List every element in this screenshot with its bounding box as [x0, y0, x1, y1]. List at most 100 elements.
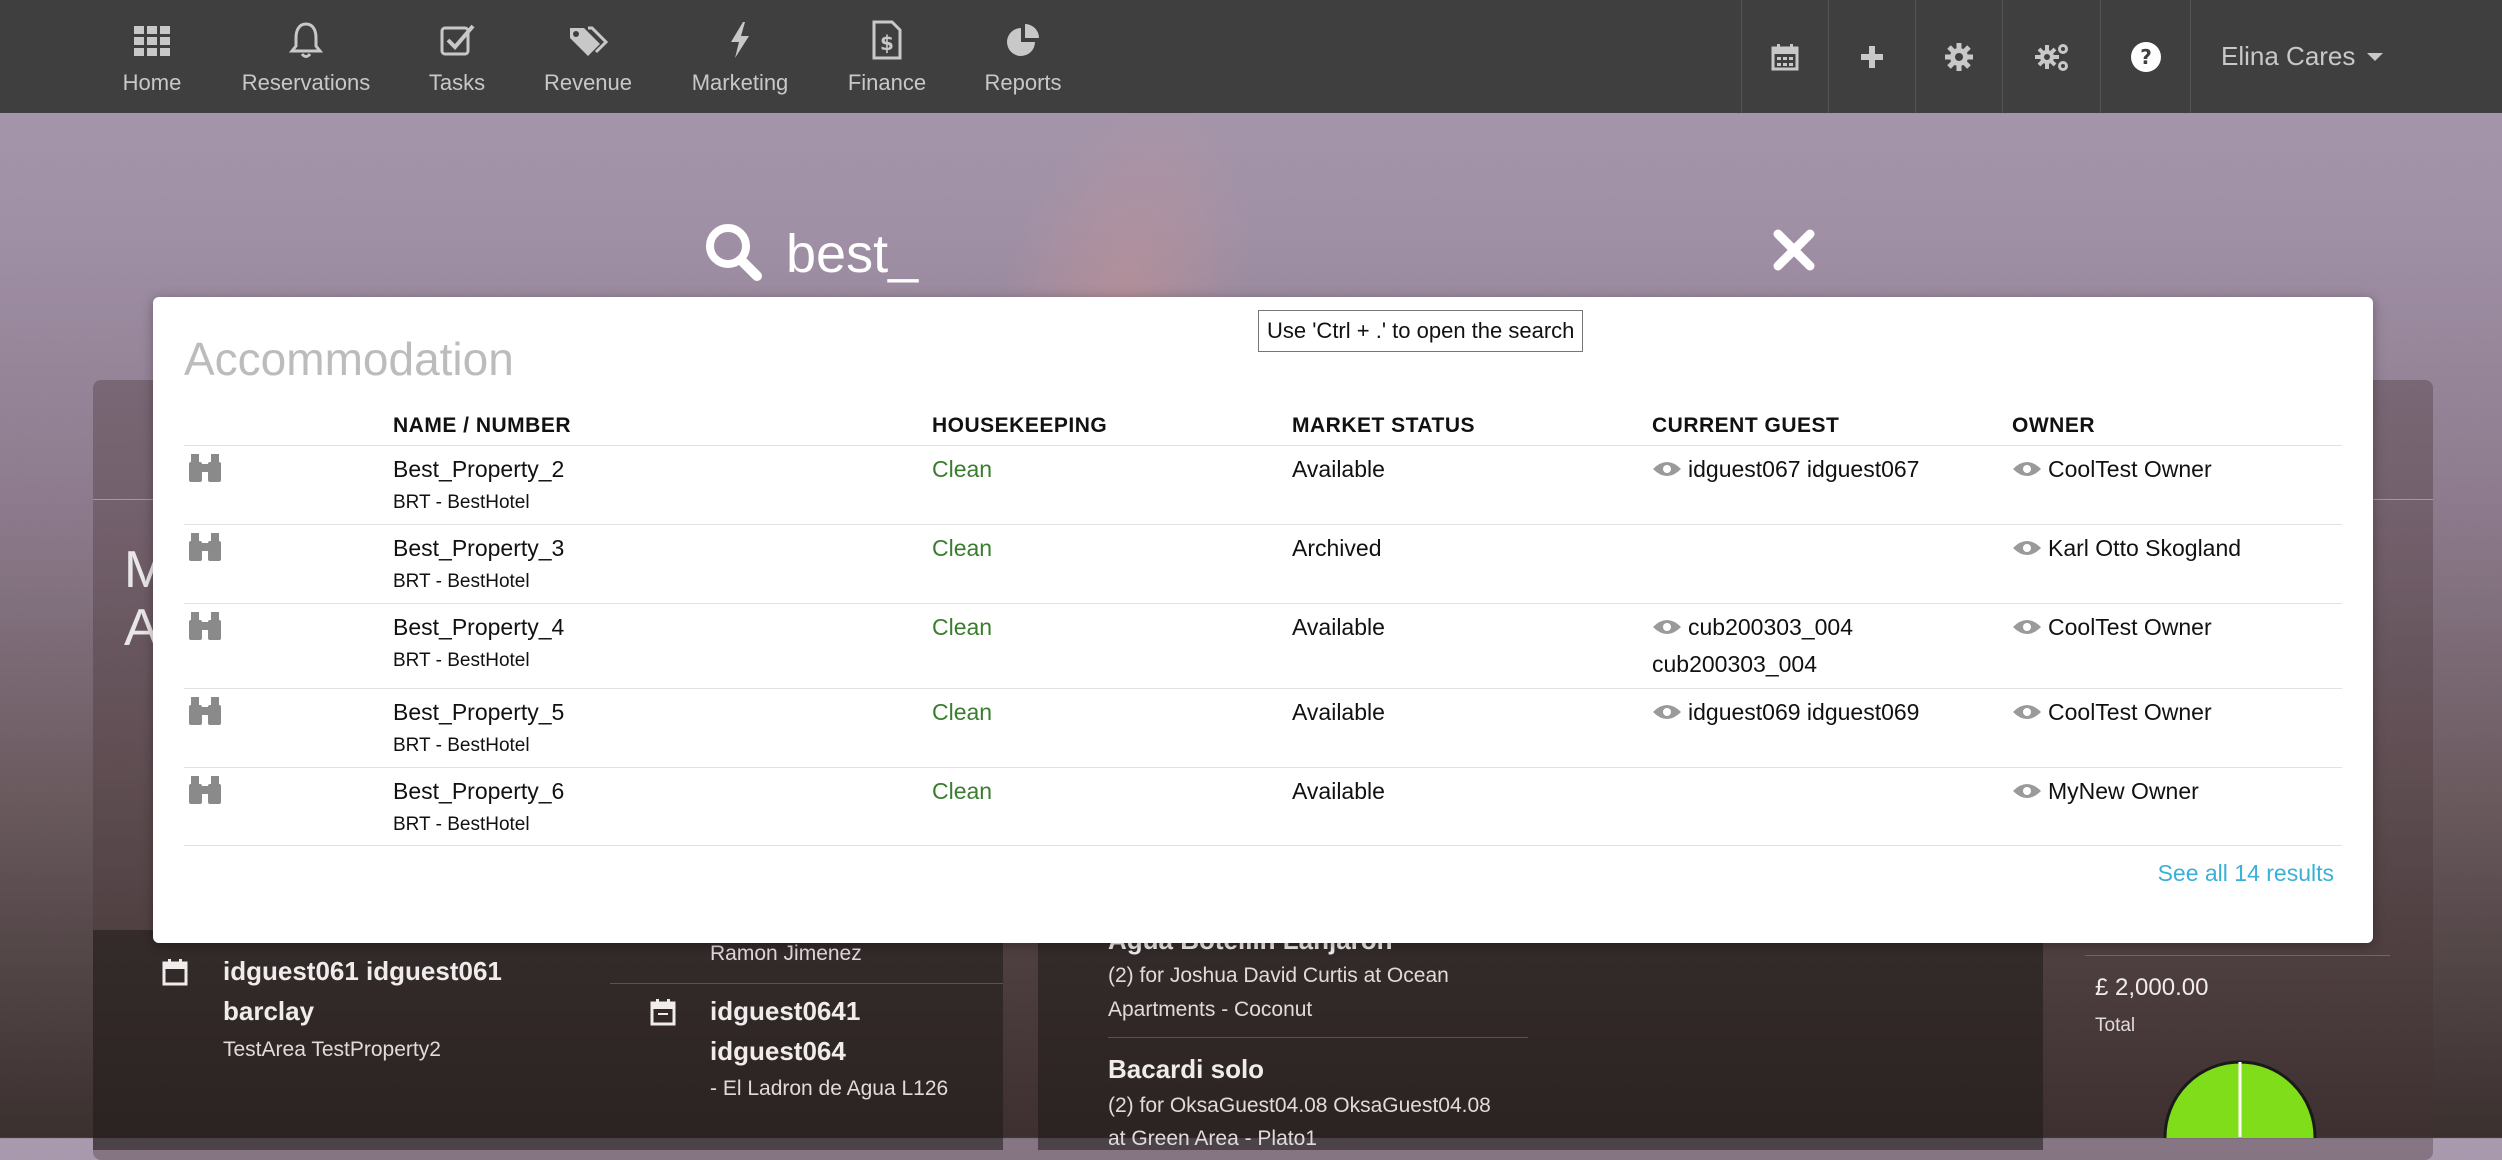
owner-name: MyNew Owner	[2048, 778, 2199, 804]
calendar-icon	[1771, 43, 1799, 70]
eye-icon	[1653, 462, 1681, 476]
housekeeping-status: Clean	[932, 535, 993, 561]
guest-name: idguest067 idguest067	[1688, 456, 1920, 482]
svg-text:?: ?	[2140, 45, 2152, 69]
property-name[interactable]: Best_Property_5	[393, 699, 564, 726]
total-label: Total	[2095, 1015, 2136, 1036]
bell-icon	[288, 22, 324, 58]
eye-icon	[1653, 620, 1681, 634]
owner[interactable]: CoolTest Owner	[2012, 699, 2212, 726]
row-divider	[184, 767, 2342, 768]
calendar-button[interactable]	[1741, 0, 1828, 113]
calendar-icon	[162, 959, 188, 986]
market-status: Available	[1292, 614, 1385, 640]
owner-name: CoolTest Owner	[2048, 614, 2212, 640]
owner-name: Karl Otto Skogland	[2048, 535, 2242, 561]
row-divider	[184, 603, 2342, 604]
pie-chart-icon	[1007, 24, 1039, 56]
departure-guest-name[interactable]: idguest0641	[710, 996, 860, 1027]
owner[interactable]: Karl Otto Skogland	[2012, 535, 2241, 562]
eye-icon	[1653, 705, 1681, 719]
column-header: MARKET STATUS	[1292, 414, 1476, 437]
advanced-settings-button[interactable]	[2002, 0, 2101, 113]
property-name[interactable]: Best_Property_4	[393, 614, 564, 641]
guest-name[interactable]: cub200303_004	[1652, 651, 1817, 678]
market-status: Available	[1292, 456, 1385, 482]
property-hotel: BRT - BestHotel	[393, 814, 530, 835]
column-header: NAME / NUMBER	[393, 414, 571, 437]
property-name[interactable]: Best_Property_2	[393, 456, 564, 483]
binoculars-icon[interactable]	[188, 610, 222, 642]
housekeeping-status: Clean	[932, 614, 993, 640]
owner[interactable]: CoolTest Owner	[2012, 456, 2212, 483]
list-divider	[2085, 955, 2390, 956]
calendar-icon	[650, 999, 676, 1026]
binoculars-icon[interactable]	[188, 774, 222, 806]
eye-icon	[2013, 462, 2041, 476]
nav-home[interactable]: Home	[110, 20, 194, 100]
bolt-icon	[731, 22, 749, 58]
property-name[interactable]: Best_Property_3	[393, 535, 564, 562]
eye-icon	[2013, 705, 2041, 719]
help-button[interactable]: ?	[2100, 0, 2191, 113]
binoculars-icon[interactable]	[188, 531, 222, 563]
order-title[interactable]: Bacardi solo	[1108, 1054, 1264, 1085]
dollar-file-icon: $	[872, 20, 902, 60]
market-status: Available	[1292, 699, 1385, 725]
housekeeping-status: Clean	[932, 699, 993, 725]
market-status: Archived	[1292, 535, 1382, 561]
current-guest[interactable]: idguest069 idguest069	[1652, 699, 1919, 726]
gears-icon	[2035, 43, 2068, 71]
grid-icon	[134, 26, 170, 56]
nav-marketing[interactable]: Marketing	[688, 20, 792, 100]
current-guest[interactable]: idguest067 idguest067	[1652, 456, 1919, 483]
svg-text:$: $	[880, 31, 894, 55]
see-all-results-link[interactable]: See all 14 results	[2158, 860, 2334, 887]
housekeeping-status: Clean	[932, 456, 993, 482]
gear-icon	[1945, 42, 1973, 71]
housekeeping-status: Clean	[932, 778, 993, 804]
binoculars-icon[interactable]	[188, 695, 222, 727]
order-detail: (2) for Joshua David Curtis at Ocean	[1108, 964, 1449, 987]
row-divider	[184, 524, 2342, 525]
owner[interactable]: MyNew Owner	[2012, 778, 2199, 805]
list-divider	[1108, 1037, 1528, 1038]
column-header: OWNER	[2012, 414, 2095, 437]
caret-down-icon	[2367, 52, 2384, 61]
search-input[interactable]	[784, 218, 1688, 290]
add-button[interactable]	[1828, 0, 1915, 113]
arrival-property: TestArea TestProperty2	[223, 1038, 441, 1061]
order-detail: (2) for OksaGuest04.08 OksaGuest04.08	[1108, 1094, 1491, 1117]
row-divider	[184, 445, 2342, 446]
departure-guest-name[interactable]: idguest064	[710, 1036, 846, 1067]
nav-tasks[interactable]: Tasks	[420, 20, 494, 100]
property-hotel: BRT - BestHotel	[393, 650, 530, 671]
property-name[interactable]: Best_Property_6	[393, 778, 564, 805]
arrival-guest-name[interactable]: barclay	[223, 996, 314, 1027]
user-menu[interactable]: Elina Cares	[2190, 0, 2502, 113]
property-hotel: BRT - BestHotel	[393, 492, 530, 513]
nav-reservations[interactable]: Reservations	[236, 20, 376, 100]
eye-icon	[2013, 541, 2041, 555]
settings-button[interactable]	[1915, 0, 2002, 113]
row-divider	[184, 688, 2342, 689]
nav-label: Reports	[984, 70, 1062, 95]
nav-revenue[interactable]: Revenue	[540, 20, 636, 100]
nav-reports[interactable]: Reports	[982, 20, 1064, 100]
property-hotel: BRT - BestHotel	[393, 571, 530, 592]
nav-label: Revenue	[543, 70, 633, 95]
close-icon[interactable]	[1772, 228, 1816, 272]
current-guest[interactable]: cub200303_004	[1652, 614, 1853, 641]
plus-icon	[1861, 45, 1883, 68]
eye-icon	[2013, 620, 2041, 634]
binoculars-icon[interactable]	[188, 452, 222, 484]
eye-icon	[2013, 784, 2041, 798]
owner[interactable]: CoolTest Owner	[2012, 614, 2212, 641]
search-shortcut-tooltip: Use 'Ctrl + .' to open the search	[1258, 310, 1584, 352]
guest-name: cub200303_004	[1688, 614, 1853, 640]
property-hotel: BRT - BestHotel	[393, 735, 530, 756]
order-detail: at Green Area - Plato1	[1108, 1127, 1317, 1150]
nav-finance[interactable]: $ Finance	[846, 20, 928, 100]
arrival-guest-name[interactable]: idguest061 idguest061	[223, 956, 502, 987]
total-amount: £ 2,000.00	[2095, 974, 2209, 1001]
